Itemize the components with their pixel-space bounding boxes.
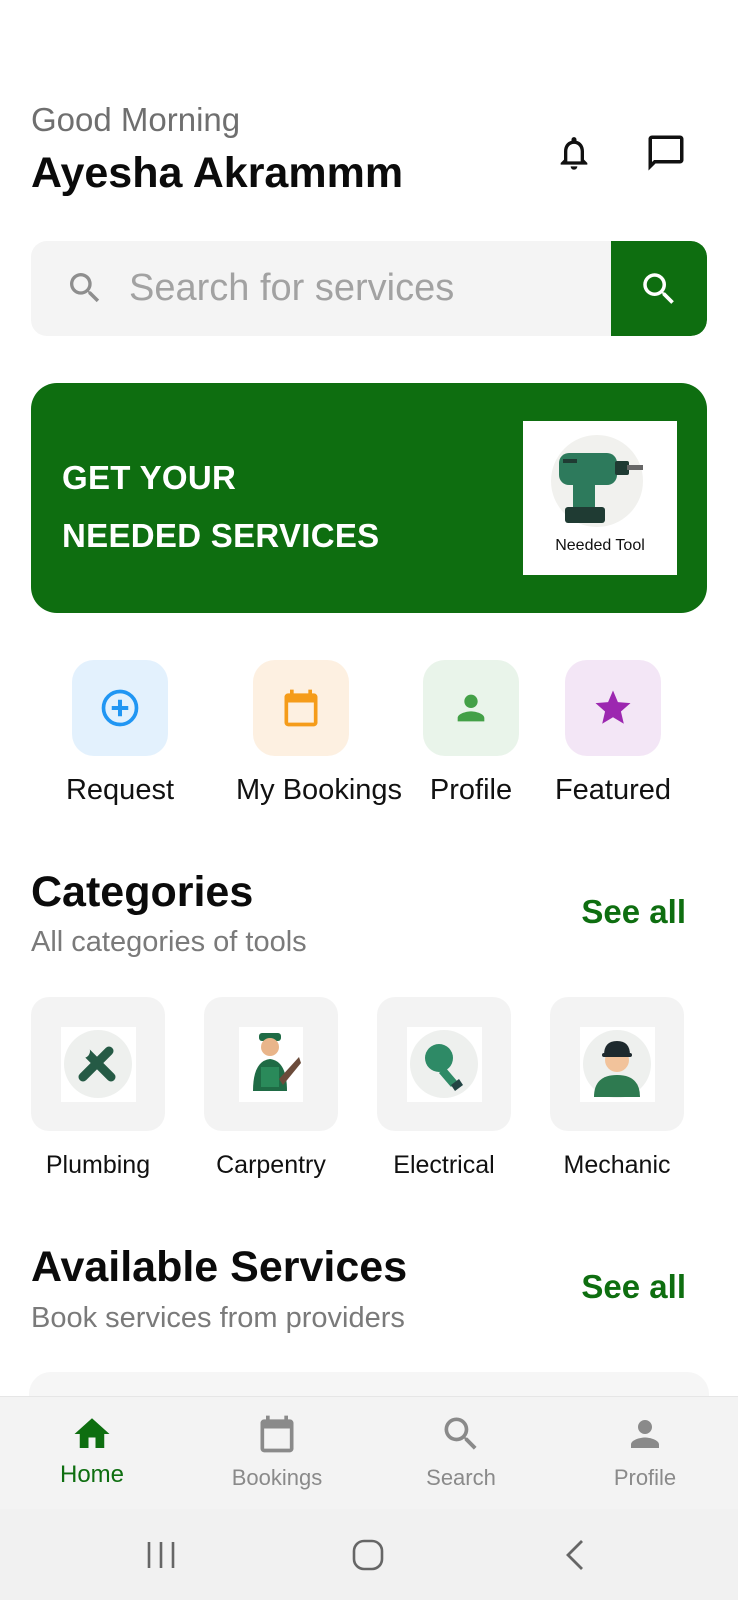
recent-apps-icon[interactable] (131, 1531, 191, 1579)
nav-search[interactable]: Search (396, 1411, 526, 1491)
nav-bookings[interactable]: Bookings (212, 1411, 342, 1491)
quick-action-tile (565, 660, 661, 756)
nav-label: Bookings (231, 1465, 323, 1490)
quick-action-request[interactable]: Request (55, 660, 185, 807)
person-icon (580, 1411, 710, 1457)
bottom-navigation: Home Bookings Search Profile (0, 1397, 738, 1509)
search-button[interactable] (611, 241, 707, 336)
back-icon[interactable] (545, 1531, 605, 1579)
promo-banner[interactable]: GET YOUR NEEDED SERVICES Needed Tool (31, 383, 707, 613)
category-label: Electrical (393, 1151, 495, 1179)
category-mechanic[interactable]: Mechanic (550, 997, 684, 1180)
wrench-screwdriver-icon (60, 1026, 136, 1102)
system-nav-bar (0, 1509, 738, 1600)
banner-image-caption: Needed Tool (555, 537, 645, 554)
calendar-icon (284, 689, 318, 727)
lightbulb-icon (406, 1026, 482, 1102)
star-icon (595, 690, 631, 724)
services-title: Available Services (31, 1243, 408, 1291)
banner-line-1: GET YOUR (62, 459, 237, 496)
quick-action-label: Profile (429, 774, 513, 806)
chat-icon[interactable] (643, 130, 689, 176)
quick-action-my-bookings[interactable]: My Bookings (236, 660, 403, 807)
search-bar (31, 241, 707, 336)
quick-action-label: Request (65, 774, 174, 806)
mechanic-icon (579, 1026, 655, 1102)
nav-label: Home (59, 1461, 125, 1488)
categories-subtitle: All categories of tools (31, 926, 307, 958)
nav-label: Profile (613, 1465, 677, 1490)
add-circle-icon (101, 689, 139, 727)
category-tile (204, 997, 338, 1131)
quick-action-label: Featured (554, 774, 672, 806)
category-plumbing[interactable]: Plumbing (31, 997, 165, 1180)
categories-title: Categories (31, 868, 254, 916)
category-tile (377, 997, 511, 1131)
search-input[interactable] (129, 241, 609, 336)
category-tile (31, 997, 165, 1131)
services-subtitle: Book services from providers (31, 1302, 405, 1334)
quick-action-profile[interactable]: Profile (406, 660, 536, 807)
home-icon (27, 1411, 157, 1457)
categories-see-all-link[interactable]: See all (581, 893, 686, 931)
services-see-all-link[interactable]: See all (581, 1268, 686, 1306)
quick-action-tile (253, 660, 349, 756)
banner-line-2: NEEDED SERVICES (62, 517, 380, 554)
person-icon (457, 694, 485, 722)
search-icon (396, 1411, 526, 1457)
calendar-icon (212, 1411, 342, 1457)
category-label: Plumbing (45, 1151, 151, 1179)
greeting-text: Good Morning (31, 101, 241, 138)
category-tile (550, 997, 684, 1131)
nav-profile[interactable]: Profile (580, 1411, 710, 1491)
banner-image: Needed Tool (523, 421, 677, 575)
quick-action-tile (72, 660, 168, 756)
user-name: Ayesha Akrammm (31, 149, 404, 197)
carpenter-icon (239, 1026, 303, 1102)
quick-action-featured[interactable]: Featured (548, 660, 678, 807)
quick-action-tile (423, 660, 519, 756)
quick-action-label: My Bookings (236, 774, 403, 806)
category-label: Mechanic (563, 1151, 671, 1179)
header: Good Morning Ayesha Akrammm (31, 100, 711, 210)
home-button-icon[interactable] (338, 1531, 398, 1579)
category-carpentry[interactable]: Carpentry (204, 997, 338, 1180)
nav-home[interactable]: Home (27, 1411, 157, 1489)
category-electrical[interactable]: Electrical (377, 997, 511, 1180)
category-label: Carpentry (216, 1151, 326, 1179)
banner-headline: GET YOUR NEEDED SERVICES (62, 449, 379, 565)
search-icon (65, 268, 105, 308)
search-icon (643, 272, 674, 304)
notification-bell-icon[interactable] (551, 130, 597, 176)
nav-label: Search (426, 1465, 496, 1490)
